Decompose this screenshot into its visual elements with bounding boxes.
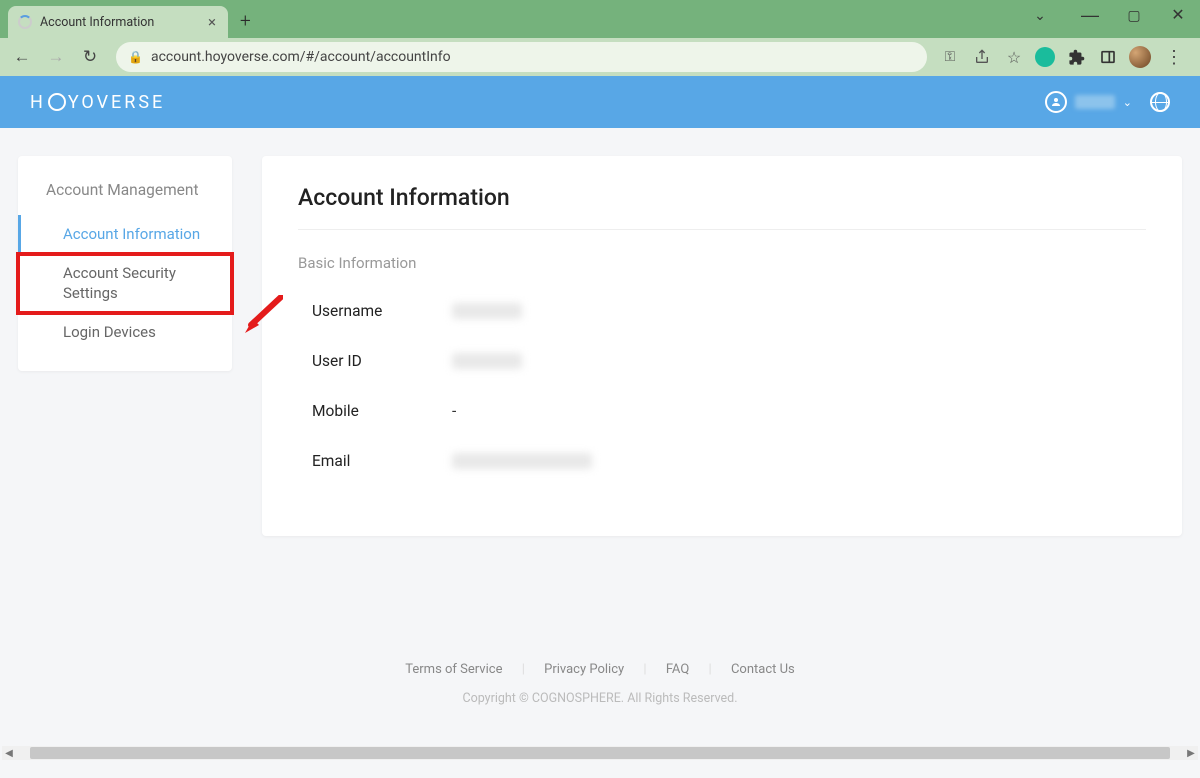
scroll-right-icon[interactable]: ▶ (1184, 748, 1198, 759)
page-body: Account Management Account Information A… (0, 128, 1200, 778)
info-row-email: Email (298, 436, 1146, 486)
sidebar-item-account-info[interactable]: Account Information (18, 215, 232, 255)
star-icon[interactable]: ☆ (1003, 46, 1025, 68)
username-value (452, 303, 522, 319)
kebab-menu-icon[interactable]: ⋮ (1161, 47, 1186, 68)
field-label: User ID (312, 352, 452, 370)
sidebar-item-label: Account Information (63, 225, 200, 243)
minimize-button[interactable]: ― (1068, 5, 1112, 26)
browser-toolbar: ← → ↻ 🔒 account.hoyoverse.com/#/account/… (0, 38, 1200, 76)
footer-link-contact[interactable]: Contact Us (725, 662, 801, 677)
copyright-text: Copyright © COGNOSPHERE. All Rights Rese… (0, 691, 1200, 706)
reload-button[interactable]: ↻ (76, 43, 104, 71)
info-row-userid: User ID (298, 336, 1146, 386)
close-tab-icon[interactable]: × (206, 13, 218, 31)
mobile-value: - (452, 402, 456, 420)
sidebar-item-security-settings[interactable]: Account Security Settings (18, 254, 232, 313)
share-icon[interactable] (971, 46, 993, 68)
footer-link-tos[interactable]: Terms of Service (399, 662, 508, 677)
url-text: account.hoyoverse.com/#/account/accountI… (151, 49, 451, 65)
horizontal-scrollbar[interactable]: ◀ ▶ (2, 746, 1198, 760)
footer-link-privacy[interactable]: Privacy Policy (538, 662, 630, 677)
field-label: Username (312, 302, 452, 320)
username-display (1075, 95, 1115, 109)
section-heading: Basic Information (298, 254, 1146, 272)
sidebar-heading: Account Management (18, 180, 232, 215)
field-label: Email (312, 452, 452, 470)
chevron-down-icon[interactable]: ⌄ (1018, 7, 1062, 24)
tab-title: Account Information (40, 15, 154, 30)
loading-spinner-icon (18, 15, 32, 29)
info-row-mobile: Mobile - (298, 386, 1146, 436)
sidebar-item-login-devices[interactable]: Login Devices (18, 313, 232, 353)
back-button[interactable]: ← (8, 43, 36, 71)
window-controls: ⌄ ― ▢ ✕ (1018, 0, 1200, 30)
email-value (452, 453, 592, 469)
userid-value (452, 353, 522, 369)
user-icon (1045, 91, 1067, 113)
field-label: Mobile (312, 402, 452, 420)
extension-icon[interactable] (1035, 47, 1055, 67)
sidebar-item-label: Login Devices (63, 323, 156, 341)
address-bar[interactable]: 🔒 account.hoyoverse.com/#/account/accoun… (116, 42, 927, 72)
brand-logo[interactable]: HYOVERSE (30, 92, 165, 113)
footer-link-faq[interactable]: FAQ (660, 662, 695, 677)
side-panel-icon[interactable] (1097, 46, 1119, 68)
user-menu[interactable]: ⌄ (1045, 91, 1132, 113)
new-tab-button[interactable]: + (240, 9, 251, 32)
forward-button[interactable]: → (42, 43, 70, 71)
scrollbar-thumb[interactable] (30, 747, 1170, 759)
sidebar-item-label: Account Security Settings (63, 264, 176, 302)
site-footer: Terms of Service | Privacy Policy | FAQ … (0, 662, 1200, 706)
browser-tab[interactable]: Account Information × (8, 6, 228, 38)
site-header: HYOVERSE ⌄ (0, 76, 1200, 128)
language-icon[interactable] (1150, 92, 1170, 112)
main-panel: Account Information Basic Information Us… (262, 156, 1182, 536)
scroll-left-icon[interactable]: ◀ (2, 748, 16, 759)
close-window-button[interactable]: ✕ (1156, 5, 1200, 25)
profile-avatar[interactable] (1129, 46, 1151, 68)
maximize-button[interactable]: ▢ (1112, 7, 1156, 24)
chevron-down-icon: ⌄ (1123, 96, 1132, 109)
lock-icon: 🔒 (128, 50, 143, 64)
browser-tab-strip: Account Information × + ⌄ ― ▢ ✕ (0, 0, 1200, 38)
page-title: Account Information (298, 184, 1146, 230)
info-row-username: Username (298, 286, 1146, 336)
key-icon[interactable]: ⚿ (939, 46, 961, 68)
sidebar: Account Management Account Information A… (18, 156, 232, 371)
puzzle-icon[interactable] (1065, 46, 1087, 68)
